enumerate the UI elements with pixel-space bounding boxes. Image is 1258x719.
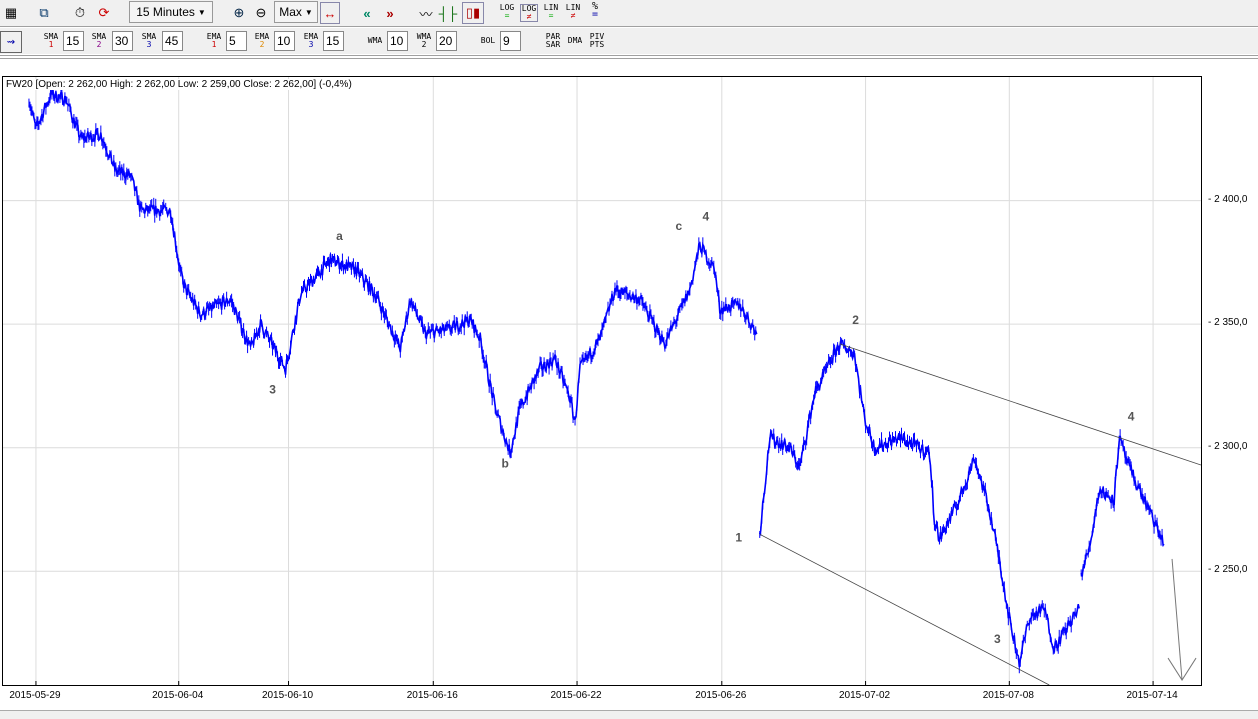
x-tick-label: 2015-06-16: [406, 690, 458, 701]
sma1-input[interactable]: 15: [63, 31, 84, 51]
y-tick-label: - 2 350,0: [1208, 317, 1248, 329]
ema1-label: EMA 1: [206, 32, 222, 49]
sma2-input[interactable]: 30: [112, 31, 133, 51]
wave-label: 3: [994, 632, 1001, 646]
bol-label: BOL: [480, 36, 496, 45]
chart-window-icon[interactable]: ▦: [2, 2, 20, 24]
x-tick-label: 2015-06-22: [550, 690, 602, 701]
interval-value: 15 Minutes: [136, 5, 195, 19]
ohlc-chart-icon[interactable]: ┤├: [438, 2, 458, 24]
indicator-settings-icon[interactable]: ⇝: [0, 31, 22, 53]
log-notequal-button[interactable]: LOG ≠: [520, 4, 538, 22]
parsar-button[interactable]: PAR SAR: [543, 33, 563, 49]
fit-icon[interactable]: ↔: [320, 2, 340, 24]
interval-dropdown[interactable]: 15 Minutes ▼: [129, 1, 213, 23]
zoom-in-icon[interactable]: ⊕: [229, 2, 249, 24]
ema2-label: EMA 2: [254, 32, 270, 49]
x-tick-label: 2015-06-10: [261, 690, 314, 701]
x-tick-label: 2015-07-14: [1126, 690, 1178, 701]
wave-label: 4: [1128, 410, 1135, 424]
wma2-input[interactable]: 20: [436, 31, 457, 51]
timer-icon[interactable]: ⏱: [70, 2, 90, 24]
price-line: [758, 339, 1080, 668]
scroll-right-icon[interactable]: »: [380, 2, 400, 24]
dma-button[interactable]: DMA: [565, 37, 585, 45]
sma2-label: SMA 2: [91, 32, 107, 49]
wave-label: 3: [269, 382, 276, 396]
chart-info: FW20 [Open: 2 262,00 High: 2 262,00 Low:…: [6, 79, 352, 90]
arrow-line: [1171, 558, 1183, 681]
candle-chart-icon[interactable]: ▯▮: [462, 2, 484, 24]
wma2-label: WMA 2: [416, 32, 432, 49]
ema3-input[interactable]: 15: [323, 31, 344, 51]
ema3-label: EMA 3: [303, 32, 319, 49]
y-tick-label: - 2 250,0: [1208, 564, 1248, 576]
main-toolbar: ▦ ⧉ ⏱ ⟳ 15 Minutes ▼ ⊕ ⊖ Max ▼ ↔ « » 〰 ┤├ …: [0, 0, 1258, 26]
range-value: Max: [279, 5, 302, 19]
range-dropdown[interactable]: Max ▼: [274, 1, 318, 23]
ema2-input[interactable]: 10: [274, 31, 295, 51]
log-equal-button[interactable]: LOG =: [498, 4, 516, 20]
line-chart-icon[interactable]: 〰: [416, 2, 436, 24]
bol-input[interactable]: 9: [500, 31, 521, 51]
new-window-icon[interactable]: ⧉: [34, 2, 54, 24]
x-tick-label: 2015-05-29: [9, 690, 61, 701]
chevron-down-icon: ▼: [304, 7, 313, 17]
y-tick-label: - 2 400,0: [1208, 193, 1248, 205]
lin-notequal-button[interactable]: LIN ≠: [564, 4, 582, 20]
trendline: [759, 533, 1050, 685]
wave-label: c: [676, 219, 683, 233]
sma1-label: SMA 1: [43, 32, 59, 49]
zoom-out-icon[interactable]: ⊖: [251, 2, 271, 24]
x-tick-label: 2015-07-08: [982, 690, 1034, 701]
sma3-label: SMA 3: [141, 32, 157, 49]
wma1-label: WMA: [367, 36, 383, 45]
wave-label: 1: [735, 531, 742, 545]
x-tick-label: 2015-06-26: [695, 690, 747, 701]
percent-button[interactable]: % =: [587, 2, 603, 20]
price-line: [28, 89, 758, 457]
ema1-input[interactable]: 5: [226, 31, 247, 51]
price-chart[interactable]: a 3 b c 4 1 2 3 4: [2, 76, 1202, 686]
status-bar: [0, 710, 1258, 719]
chevron-down-icon: ▼: [197, 7, 206, 17]
wave-label: 2: [852, 313, 859, 327]
trendline: [839, 343, 1201, 466]
wave-label: a: [336, 229, 343, 243]
y-tick-label: - 2 300,0: [1208, 440, 1248, 452]
wave-label: 4: [702, 209, 709, 223]
sma3-input[interactable]: 45: [162, 31, 183, 51]
x-tick-label: 2015-07-02: [838, 690, 891, 701]
wave-label: b: [501, 457, 508, 471]
price-line: [1080, 435, 1165, 577]
plot-area[interactable]: a 3 b c 4 1 2 3 4: [3, 77, 1201, 685]
scroll-left-icon[interactable]: «: [357, 2, 377, 24]
refresh-icon[interactable]: ⟳: [94, 2, 114, 24]
indicator-toolbar: ⇝: [0, 28, 1258, 54]
lin-equal-button[interactable]: LIN =: [542, 4, 560, 20]
pivpts-button[interactable]: PIV PTS: [587, 33, 607, 49]
wma1-input[interactable]: 10: [387, 31, 408, 51]
x-tick-label: 2015-06-04: [152, 690, 204, 701]
